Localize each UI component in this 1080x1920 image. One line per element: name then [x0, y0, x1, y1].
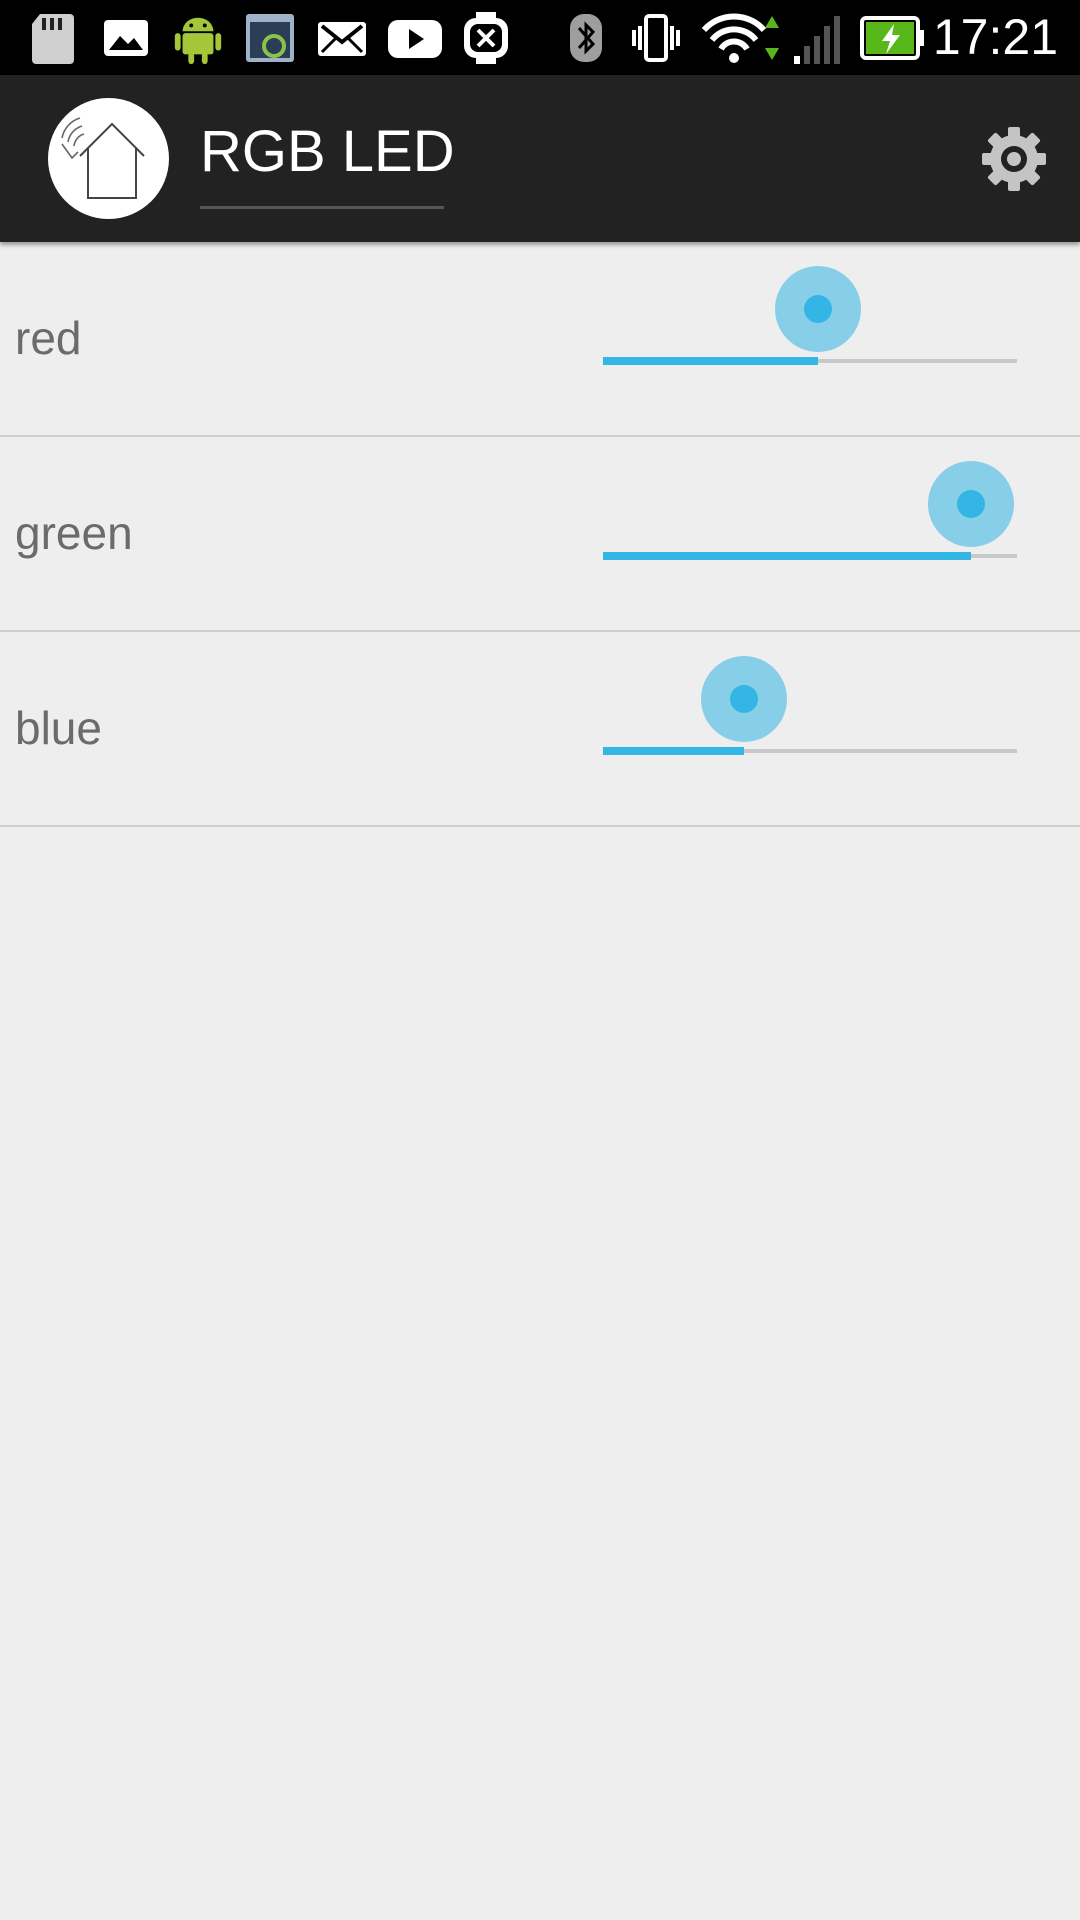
battery-charging-icon	[860, 16, 924, 60]
slider-list: red green blue	[0, 242, 1080, 827]
slider-thumb[interactable]	[928, 461, 1014, 547]
slider-thumb[interactable]	[701, 656, 787, 742]
youtube-icon	[388, 20, 442, 58]
action-bar: RGB LED	[0, 75, 1080, 242]
home-wifi-logo-icon[interactable]	[48, 98, 169, 219]
slider-label-green: green	[15, 507, 133, 559]
slider-thumb-dot	[957, 490, 985, 518]
slider-row-red: red	[0, 242, 1080, 437]
gear-icon[interactable]	[980, 125, 1048, 193]
clock-time: 17:21	[932, 9, 1058, 65]
android-icon	[174, 17, 222, 65]
cell-signal-icon	[794, 16, 840, 64]
image-icon	[104, 20, 148, 56]
title-underline	[200, 206, 444, 209]
status-bar: 17:21	[0, 0, 1080, 75]
sync-app-icon	[246, 14, 294, 62]
slider-fill	[603, 747, 744, 755]
slider-row-green: green	[0, 437, 1080, 632]
slider-label-red: red	[15, 312, 82, 364]
wifi-icon	[701, 13, 779, 63]
bluetooth-icon	[570, 14, 602, 62]
page-title[interactable]: RGB LED	[200, 115, 455, 189]
screen: 17:21 RGB LED red green blue	[0, 0, 1080, 1920]
smartwatch-icon	[464, 12, 508, 64]
red-slider[interactable]	[603, 266, 1017, 416]
sd-card-icon	[32, 14, 74, 64]
slider-thumb[interactable]	[775, 266, 861, 352]
green-slider[interactable]	[603, 461, 1017, 611]
blue-slider[interactable]	[603, 656, 1017, 806]
slider-row-blue: blue	[0, 632, 1080, 827]
slider-thumb-dot	[730, 685, 758, 713]
mail-icon	[318, 22, 366, 56]
slider-label-blue: blue	[15, 702, 102, 754]
vibrate-icon	[632, 14, 680, 62]
slider-fill	[603, 552, 971, 560]
slider-fill	[603, 357, 818, 365]
slider-thumb-dot	[804, 295, 832, 323]
